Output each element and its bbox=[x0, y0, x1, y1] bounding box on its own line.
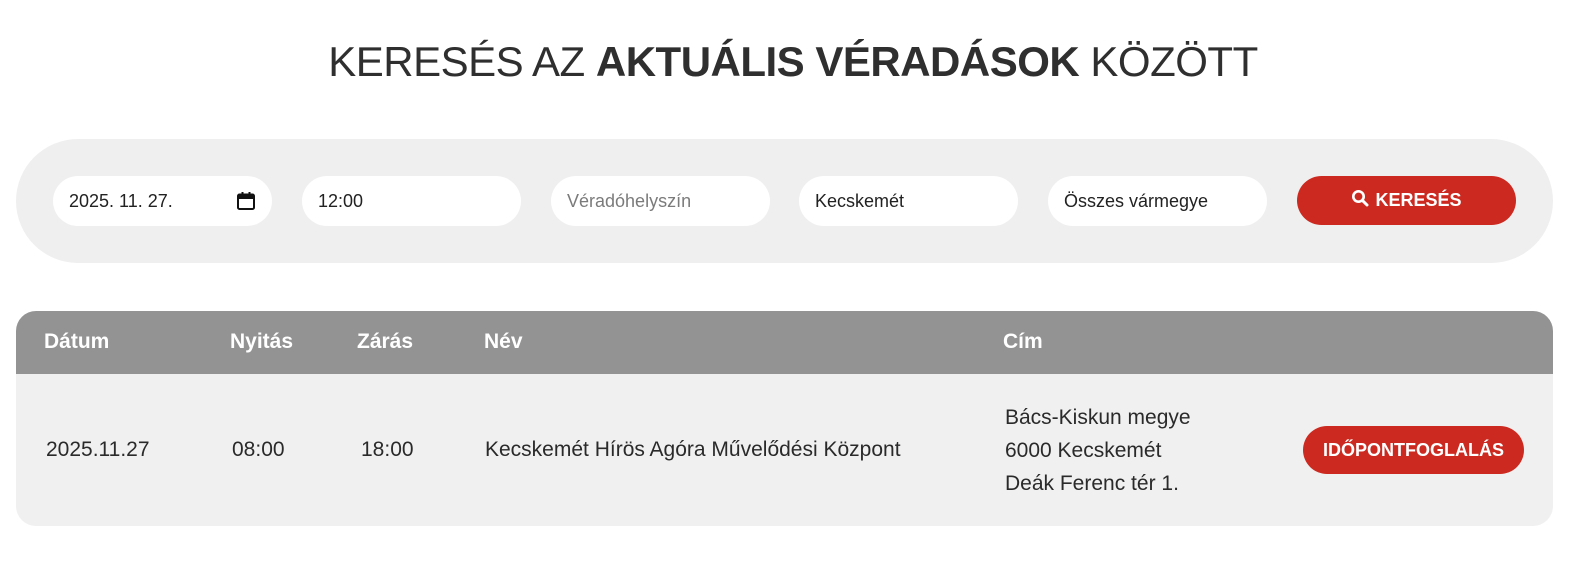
row-close: 18:00 bbox=[361, 438, 414, 461]
page-title-suffix: KÖZÖTT bbox=[1090, 38, 1258, 85]
time-input[interactable] bbox=[302, 176, 521, 226]
location-input[interactable] bbox=[551, 176, 770, 226]
row-name: Kecskemét Hírös Agóra Művelődési Központ bbox=[485, 438, 901, 461]
county-select[interactable] bbox=[1048, 176, 1267, 226]
header-name: Név bbox=[484, 330, 523, 353]
search-button-label: KERESÉS bbox=[1375, 190, 1462, 210]
calendar-icon[interactable] bbox=[236, 191, 256, 211]
header-date: Dátum bbox=[44, 330, 110, 353]
page-title-prefix: KERESÉS AZ bbox=[328, 38, 585, 85]
book-appointment-button[interactable]: IDŐPONTFOGLALÁS bbox=[1303, 426, 1524, 474]
header-open: Nyitás bbox=[230, 330, 294, 353]
row-date: 2025.11.27 bbox=[46, 438, 150, 461]
row-open: 08:00 bbox=[232, 438, 285, 461]
search-button[interactable]: KERESÉS bbox=[1297, 176, 1516, 225]
header-address: Cím bbox=[1003, 330, 1043, 353]
address-county: Bács-Kiskun megye bbox=[1005, 406, 1191, 429]
date-input[interactable]: 2025. 11. 27. bbox=[53, 176, 272, 226]
city-input[interactable] bbox=[799, 176, 1018, 226]
row-address: Bács-Kiskun megye 6000 Kecskemét Deák Fe… bbox=[1005, 401, 1191, 500]
search-icon bbox=[1351, 189, 1369, 212]
page-title: KERESÉS AZ AKTUÁLIS VÉRADÁSOK KÖZÖTT bbox=[0, 38, 1586, 86]
results-table: Dátum Nyitás Zárás Név Cím 2025.11.27 08… bbox=[16, 311, 1553, 526]
page-title-highlight: AKTUÁLIS VÉRADÁSOK bbox=[595, 38, 1080, 85]
date-value: 2025. 11. 27. bbox=[69, 190, 173, 211]
address-city: 6000 Kecskemét bbox=[1005, 439, 1162, 462]
search-panel: 2025. 11. 27. KERESÉS bbox=[16, 139, 1553, 263]
header-close: Zárás bbox=[357, 330, 414, 353]
table-header: Dátum Nyitás Zárás Név Cím bbox=[16, 311, 1553, 374]
address-street: Deák Ferenc tér 1. bbox=[1005, 472, 1179, 495]
